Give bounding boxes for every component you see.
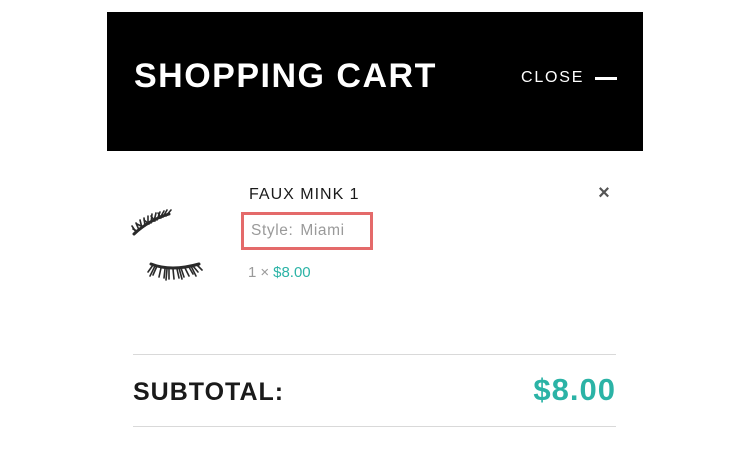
product-variant-highlight: Style: Miami xyxy=(241,212,373,250)
times-symbol: × xyxy=(260,264,270,281)
subtotal-label: SUBTOTAL: xyxy=(133,378,285,406)
close-button[interactable]: CLOSE xyxy=(521,68,618,88)
shopping-cart-panel: SHOPPING CART CLOSE FAUX MINK 1 × Style:… xyxy=(107,12,643,450)
variant-label: Style: xyxy=(251,222,294,239)
product-name[interactable]: FAUX MINK 1 xyxy=(249,185,360,205)
cart-title: SHOPPING CART xyxy=(134,57,437,95)
unit-price: $8.00 xyxy=(273,264,311,281)
divider xyxy=(133,354,616,355)
eyelash-icon xyxy=(131,209,203,281)
product-thumbnail[interactable] xyxy=(131,198,203,284)
quantity-price: 1 × $8.00 xyxy=(248,263,311,283)
subtotal-value: $8.00 xyxy=(533,372,616,407)
variant-value: Miami xyxy=(300,222,345,239)
divider xyxy=(133,426,616,427)
cart-header: SHOPPING CART CLOSE xyxy=(107,12,643,151)
quantity-value: 1 xyxy=(248,264,257,281)
close-dash-icon xyxy=(595,76,618,80)
close-label: CLOSE xyxy=(521,69,585,86)
remove-item-icon[interactable]: × xyxy=(596,183,612,203)
